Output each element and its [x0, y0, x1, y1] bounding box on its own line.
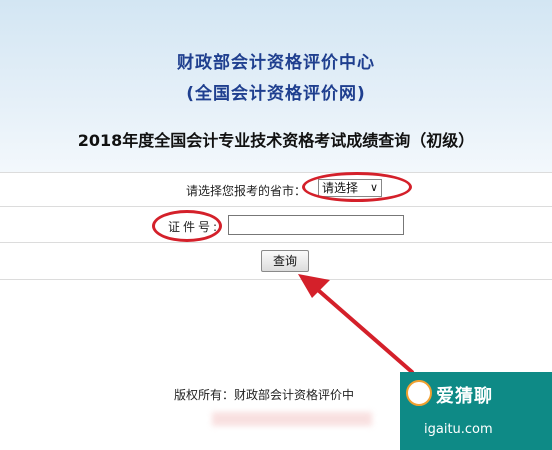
- query-button[interactable]: 查询: [261, 250, 309, 272]
- annotation-circle-id: [152, 210, 222, 242]
- watermark-name: 爱猜聊: [436, 386, 493, 407]
- site-watermark: 爱猜聊 igaitu.com: [400, 372, 552, 450]
- province-row: 请选择您报考的省市： 请选择 ∨: [0, 172, 552, 207]
- org-subtitle: (全国会计资格评价网): [186, 84, 366, 104]
- blurred-text: [212, 412, 372, 426]
- copyright-text: 版权所有：财政部会计资格评价中: [174, 388, 355, 402]
- annotation-circle-select: [302, 172, 412, 202]
- watermark-url: igaitu.com: [424, 422, 493, 437]
- watermark-logo-icon: [406, 380, 432, 406]
- page-title: 2018年度全国会计专业技术资格考试成绩查询（初级）: [77, 131, 475, 150]
- id-number-input[interactable]: [228, 215, 404, 235]
- province-label: 请选择您报考的省市：: [186, 184, 307, 198]
- org-name: 财政部会计资格评价中心: [177, 53, 375, 73]
- id-row: 证件号:: [0, 206, 552, 243]
- page-header: 财政部会计资格评价中心 (全国会计资格评价网) 2018年度全国会计专业技术资格…: [0, 0, 552, 172]
- button-row: 查询: [0, 242, 552, 280]
- arrow-shaft: [316, 288, 414, 374]
